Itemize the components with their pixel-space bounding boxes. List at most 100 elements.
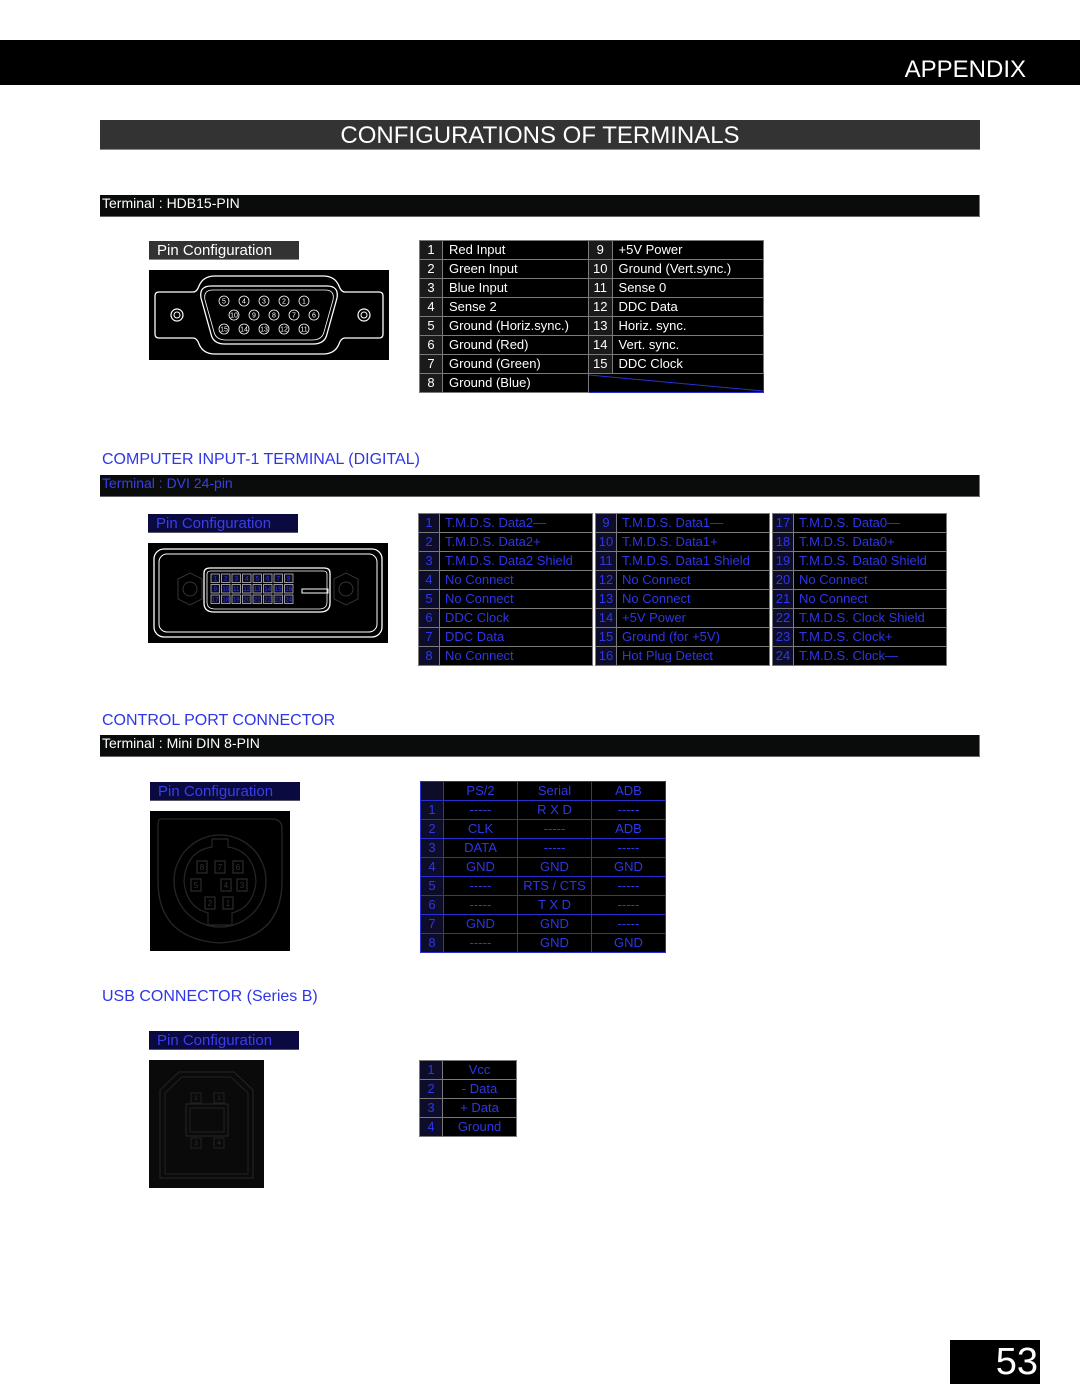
pin-description: No Connect — [439, 570, 593, 590]
pin-number-label: 21 — [254, 598, 261, 604]
pin-number-label: 1 — [217, 1096, 221, 1102]
pin-number: 13 — [595, 589, 617, 609]
pin-number: 5 — [420, 876, 444, 896]
pin-number-label: 23 — [275, 598, 282, 604]
pin-number-label: 17 — [212, 598, 219, 604]
section-label: APPENDIX — [904, 56, 1026, 83]
pin-number: 22 — [772, 608, 794, 628]
pin-signal: ----- — [591, 876, 666, 896]
table-row: 3 + Data — [419, 1098, 517, 1118]
pin-signal: RTS / CTS — [517, 876, 592, 896]
pin-signal: ----- — [591, 914, 666, 934]
pin-number-label: 11 — [233, 587, 240, 593]
dvi-pin-config-label: Pin Configuration — [148, 514, 298, 533]
pin-description: T.M.D.S. Data1+ — [616, 532, 770, 552]
pin-description: +5V Power — [616, 608, 770, 628]
mini-din-connector-icon: 1 2 3 4 5 6 7 8 — [157, 818, 283, 944]
pin-signal: ----- — [443, 895, 518, 915]
pin-signal: ----- — [517, 819, 592, 839]
usb-pin-table: 1 Vcc 2- Data 3 + Data 4 Ground — [419, 1060, 517, 1137]
pin-number-label: 14 — [240, 327, 248, 334]
pin-signal: ----- — [443, 800, 518, 820]
table-row: 8 ----- GND GND — [420, 933, 666, 953]
pin-number-label: 7 — [292, 313, 296, 320]
pin-signal: DATA — [443, 838, 518, 858]
pin-number: 2 — [419, 1079, 443, 1099]
pin-description: Sense 2 — [442, 297, 589, 317]
column-header: ADB — [591, 781, 666, 801]
pin-description: DDC Data — [439, 627, 593, 647]
table-row: 8 Ground (Blue) — [419, 373, 764, 393]
pin-description: T.M.D.S. Data2 Shield — [439, 551, 593, 571]
pin-number: 9 — [588, 240, 613, 260]
control-terminal-bar: Terminal : Mini DIN 8-PIN — [100, 735, 980, 757]
pin-number-label: 2 — [194, 1096, 198, 1102]
table-row: 1 Red Input 9 +5V Power — [419, 240, 765, 260]
pin-number-label: 5 — [222, 299, 226, 306]
pin-description: Ground (Horiz.sync.) — [442, 316, 589, 336]
table-row: 1 T.M.D.S. Data2— 9 T.M.D.S. Data1— 17 T.M.D.… — [418, 513, 947, 533]
pin-description: Ground (Red) — [442, 335, 589, 355]
pin-description: Ground (for +5V) — [616, 627, 770, 647]
table-row: 5 Ground (Horiz.sync.) 13 Horiz. sync. — [419, 316, 765, 336]
table-row: 1 Vcc — [419, 1060, 517, 1080]
pin-number: 16 — [595, 646, 617, 666]
dvi-connector-icon: 1 2 3 4 5 6 7 89 10 11 12 13 14 15 1617 18 19 20 21 22 23 24 — [153, 548, 383, 638]
pin-number-label: 13 — [254, 587, 261, 593]
pin-signal: GND — [517, 857, 592, 877]
pin-number: 4 — [418, 570, 440, 590]
usb-pin-config-label: Pin Configuration — [149, 1031, 299, 1050]
vga-pin-table: 1 Red Input 9 +5V Power 2 Green Input 10 Ground… — [419, 240, 765, 393]
pin-description: T.M.D.S. Data2+ — [439, 532, 593, 552]
pin-description: No Connect — [439, 589, 593, 609]
dvi-terminal-bar: Terminal : DVI 24-pin — [100, 475, 980, 497]
pin-number-label: 18 — [222, 598, 229, 604]
mini-din-connector-diagram: 1 2 3 4 5 6 7 8 — [150, 811, 290, 951]
table-row: 5 No Connect 13 No Connect 21 No Connect — [418, 589, 947, 609]
table-row: 6 ----- T X D ----- — [420, 895, 666, 915]
pin-signal: ADB — [591, 819, 666, 839]
pin-description: Red Input — [442, 240, 589, 260]
pin-number: 7 — [419, 354, 443, 374]
column-header: Serial — [517, 781, 592, 801]
pin-number: 15 — [588, 354, 613, 374]
pin-signal: Ground — [442, 1117, 517, 1137]
pin-description: T.M.D.S. Data0 Shield — [793, 551, 947, 571]
pin-number-label: 19 — [233, 598, 240, 604]
pin-number: 12 — [588, 297, 613, 317]
pin-number: 10 — [588, 259, 613, 279]
pin-signal: ----- — [591, 895, 666, 915]
pin-number: 5 — [418, 589, 440, 609]
pin-number-label: 15 — [220, 327, 228, 334]
pin-number-label: 24 — [285, 598, 292, 604]
corner-cell — [420, 781, 444, 801]
pin-number-label: 12 — [280, 327, 288, 334]
pin-description: Ground (Green) — [442, 354, 589, 374]
pin-number: 18 — [772, 532, 794, 552]
table-row: 4 GND GND GND — [420, 857, 666, 877]
pin-number-label: 4 — [242, 299, 246, 306]
pin-signal: T X D — [517, 895, 592, 915]
pin-description: Hot Plug Detect — [616, 646, 770, 666]
pin-description: DDC Clock — [439, 608, 593, 628]
table-row: 4 No Connect 12 No Connect 20 No Connect — [418, 570, 947, 590]
table-row: 3 T.M.D.S. Data2 Shield 11 T.M.D.S. Data1 S… — [418, 551, 947, 571]
pin-number-label: 22 — [264, 598, 271, 604]
pin-number: 10 — [595, 532, 617, 552]
usb-section-title: USB CONNECTOR (Series B) — [102, 988, 318, 1005]
pin-description: DDC Data — [611, 297, 765, 317]
pin-description: T.M.D.S. Clock Shield — [793, 608, 947, 628]
pin-number-label: 2 — [282, 299, 286, 306]
pin-number: 20 — [772, 570, 794, 590]
dvi-connector-diagram: 1 2 3 4 5 6 7 8 9 10 11 12 13 14 15 16 17 18 19 20 21 22 23 24 — [148, 543, 388, 643]
pin-signal: ----- — [591, 800, 666, 820]
pin-number-label: 3 — [194, 1141, 198, 1147]
pin-description: T.M.D.S. Data2— — [439, 513, 593, 533]
pin-description: Blue Input — [442, 278, 589, 298]
table-row: 2- Data — [419, 1079, 517, 1099]
pin-number: 4 — [419, 297, 443, 317]
pin-description: T.M.D.S. Clock— — [793, 646, 947, 666]
pin-signal: CLK — [443, 819, 518, 839]
pin-number: 8 — [418, 646, 440, 666]
pin-number: 19 — [772, 551, 794, 571]
